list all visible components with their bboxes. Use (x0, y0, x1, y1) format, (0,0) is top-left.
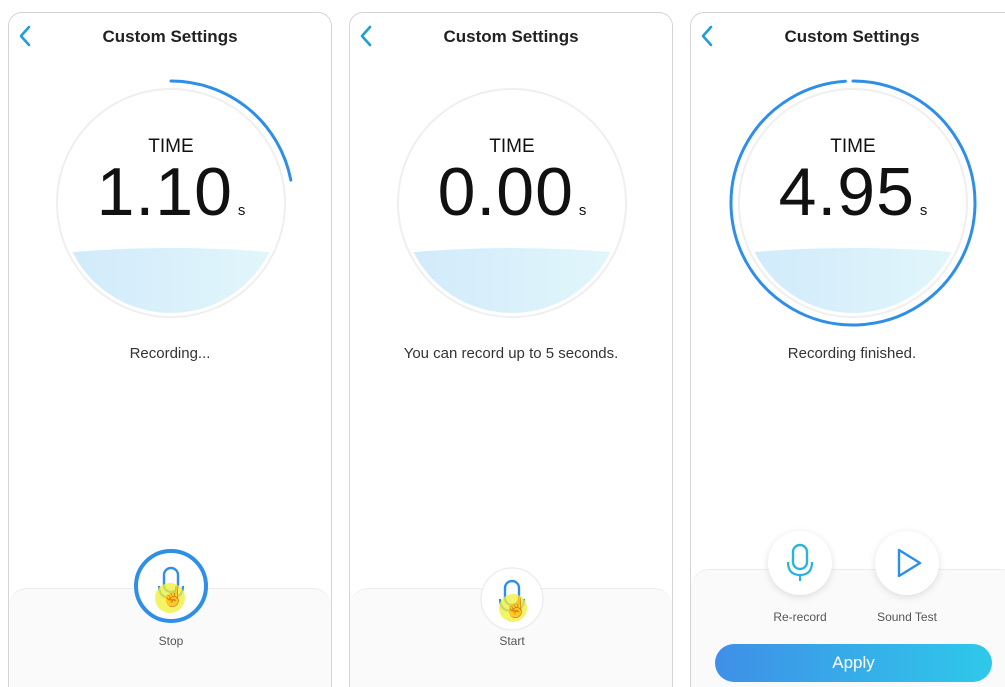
time-unit: s (237, 202, 246, 219)
re-record-button[interactable] (768, 531, 832, 595)
start-label: Start (499, 634, 525, 648)
status-text: Recording finished. (787, 345, 917, 362)
stop-button[interactable]: ☝ (131, 546, 211, 626)
time-readout: 0.00 s (382, 153, 642, 231)
sound-test-label: Sound Test (877, 610, 937, 624)
idle-screen: Custom Settings TIME 0.00 s You can recor… (349, 12, 673, 687)
apply-button[interactable]: Apply (715, 644, 992, 682)
time-value: 0.00 (437, 154, 574, 230)
microphone-icon (786, 543, 814, 581)
stop-label: Stop (158, 634, 184, 648)
timer-dial: TIME 1.10 s (41, 73, 301, 333)
sound-test-button[interactable] (875, 531, 939, 595)
start-button[interactable]: ☝ (477, 564, 547, 634)
time-value: 1.10 (96, 154, 233, 230)
hand-pointer-icon: ☝ (504, 598, 528, 619)
recording-screen: Custom Settings TIME 1.10s Recording... (8, 12, 332, 687)
timer-dial: TIME 4.95 s (723, 73, 983, 333)
time-readout: 4.95 s (723, 153, 983, 231)
page-title: Custom Settings (102, 27, 238, 46)
hand-pointer-icon: ☝ (161, 587, 185, 608)
header: Custom Settings (350, 13, 672, 63)
header: Custom Settings (9, 13, 331, 63)
finished-screen: Custom Settings TIME 4.95 s Recording fin… (690, 12, 1005, 687)
page-title: Custom Settings (443, 27, 579, 46)
time-unit: s (919, 202, 928, 219)
page-title: Custom Settings (784, 27, 920, 46)
time-readout: 1.10 s (41, 153, 301, 231)
header: Custom Settings (691, 13, 1005, 63)
time-value: 4.95 (778, 154, 915, 230)
play-icon (897, 548, 922, 578)
water-fill (61, 248, 281, 313)
water-fill (743, 248, 963, 313)
status-text: You can record up to 5 seconds. (403, 345, 619, 362)
status-text: Recording... (129, 345, 211, 362)
water-fill (402, 248, 622, 313)
timer-dial: TIME 0.00 s (382, 73, 642, 333)
time-unit: s (578, 202, 587, 219)
re-record-label: Re-record (773, 610, 827, 624)
